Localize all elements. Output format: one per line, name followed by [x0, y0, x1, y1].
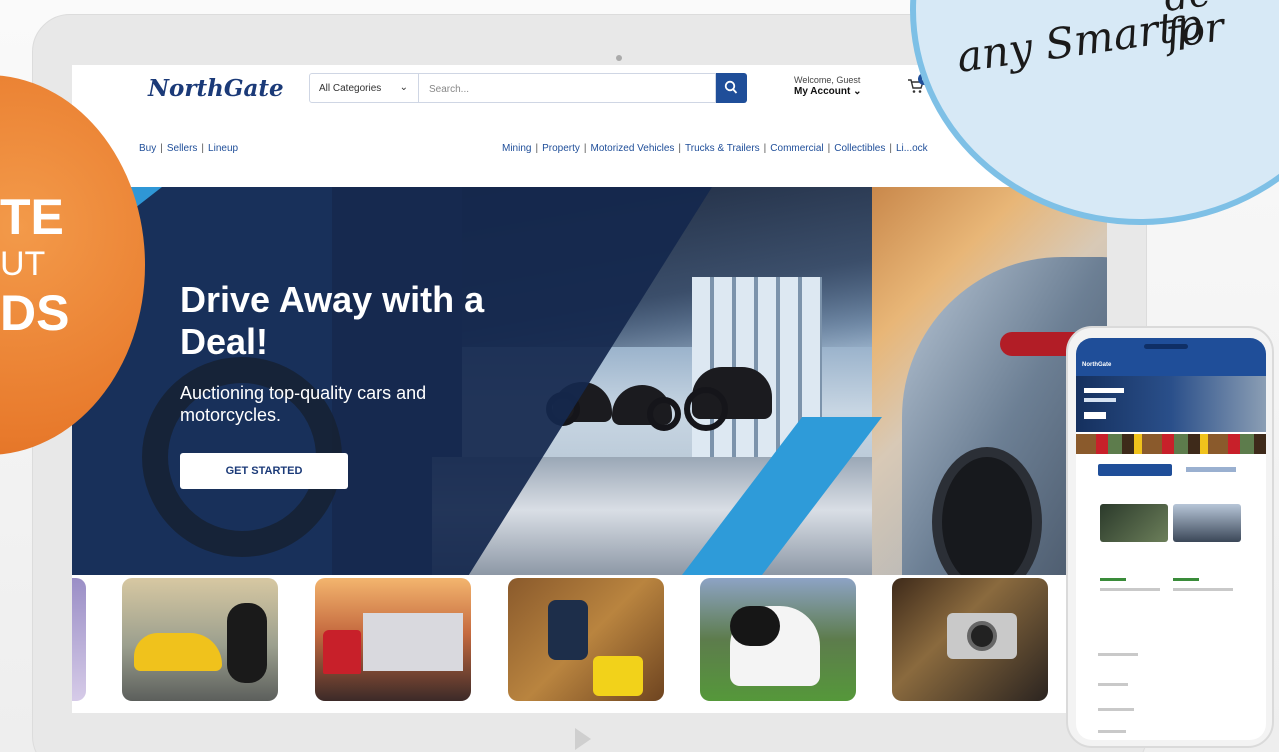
nav-item-lineup[interactable]: Lineup — [208, 143, 238, 154]
category-tile-tools[interactable] — [508, 578, 664, 701]
nav-item-trucks-trailers[interactable]: Trucks & Trailers — [685, 143, 760, 154]
phone-tab[interactable] — [1186, 467, 1236, 472]
phone-mockup: NorthGate — [1066, 326, 1274, 748]
play-icon[interactable] — [575, 728, 591, 750]
search-icon — [724, 80, 738, 94]
nav-item-mining[interactable]: Mining — [502, 143, 531, 154]
cart-button[interactable]: 0 — [907, 73, 930, 99]
welcome-text: Welcome, Guest — [794, 75, 861, 85]
my-account-label: My Account — [794, 85, 851, 97]
website-screen: NorthGate All Categories ⌄ Search... Wel… — [72, 65, 1107, 713]
category-tile-trucks[interactable] — [315, 578, 471, 701]
phone-listing-image[interactable] — [1173, 504, 1241, 542]
nav-item-motorized-vehicles[interactable]: Motorized Vehicles — [590, 143, 674, 154]
nav-item-livestock[interactable]: Li...ock — [896, 143, 928, 154]
get-started-button[interactable]: GET STARTED — [180, 453, 348, 489]
nav-item-commercial[interactable]: Commercial — [770, 143, 823, 154]
nav-item-buy[interactable]: Buy — [139, 143, 156, 154]
nav-item-property[interactable]: Property — [542, 143, 580, 154]
tablet-camera — [616, 55, 622, 61]
phone-header: NorthGate — [1076, 338, 1266, 376]
category-select[interactable]: All Categories ⌄ — [309, 73, 419, 103]
phone-tab-active[interactable] — [1098, 464, 1172, 476]
chevron-down-icon: ⌄ — [399, 82, 408, 93]
nav-left: Buy | Sellers | Lineup — [139, 143, 239, 154]
category-tile-collectibles[interactable] — [892, 578, 1048, 701]
nav-item-collectibles[interactable]: Collectibles — [834, 143, 885, 154]
phone-screen: NorthGate — [1076, 338, 1266, 740]
category-tile[interactable] — [72, 578, 86, 701]
search-button[interactable] — [716, 73, 747, 103]
category-select-label: All Categories — [319, 83, 382, 94]
hero-subtitle: Auctioning top-quality cars and motorcyc… — [180, 383, 427, 425]
phone-listing-image[interactable] — [1100, 504, 1168, 542]
phone-category-strip — [1076, 434, 1266, 454]
phone-logo: NorthGate — [1082, 362, 1112, 368]
category-tile-livestock[interactable] — [700, 578, 856, 701]
search-input[interactable]: Search... — [419, 73, 716, 103]
category-tile-cars[interactable] — [122, 578, 278, 701]
marketing-graphic: NorthGate All Categories ⌄ Search... Wel… — [0, 0, 1279, 752]
chevron-down-icon: ⌄ — [853, 85, 862, 97]
site-logo[interactable]: NorthGate — [148, 75, 284, 102]
hero-title: Drive Away with a Deal! — [180, 279, 485, 362]
promo-line-3: DS — [0, 285, 70, 341]
nav-categories: Mining | Property | Motorized Vehicles | Truck… — [502, 143, 928, 154]
account-menu[interactable]: Welcome, Guest My Account ⌄ — [794, 75, 861, 98]
phone-hero — [1076, 376, 1266, 432]
promo-line-2: UT — [0, 245, 46, 283]
callout-line-3: any Smartp — [953, 0, 1205, 82]
nav-item-sellers[interactable]: Sellers — [167, 143, 198, 154]
promo-line-1: TE — [0, 189, 64, 245]
hero-banner: Drive Away with a Deal! Auctioning top-q… — [72, 187, 1107, 575]
